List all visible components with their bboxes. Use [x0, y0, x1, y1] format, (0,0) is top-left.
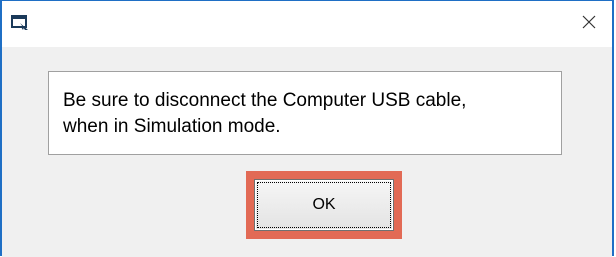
close-icon	[582, 15, 596, 34]
message-text: Be sure to disconnect the Computer USB c…	[63, 90, 467, 137]
title-bar[interactable]	[2, 1, 612, 47]
ok-button[interactable]: OK	[254, 179, 394, 231]
app-window-icon	[11, 14, 31, 32]
message-panel: Be sure to disconnect the Computer USB c…	[48, 71, 562, 155]
ok-button-label: OK	[312, 196, 336, 213]
dialog-body: Be sure to disconnect the Computer USB c…	[2, 47, 612, 257]
dialog-window: Be sure to disconnect the Computer USB c…	[0, 0, 614, 257]
close-button[interactable]	[566, 1, 612, 47]
